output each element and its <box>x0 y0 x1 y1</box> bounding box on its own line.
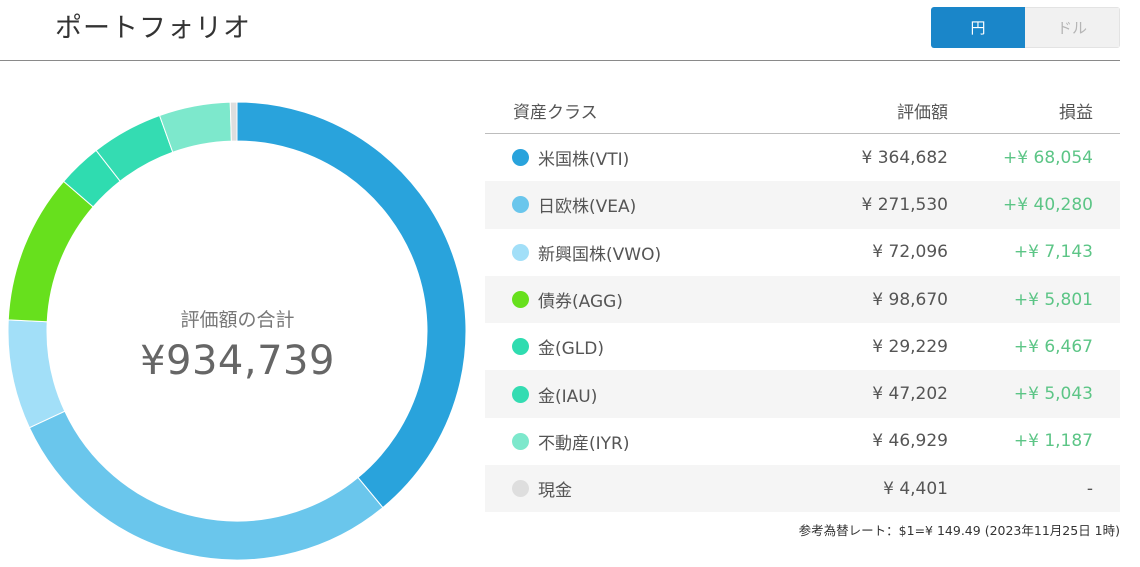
table-row: 不動産(IYR) ¥ 46,929 +¥ 1,187 <box>485 418 1120 465</box>
asset-value: ¥ 29,229 <box>872 336 948 357</box>
asset-name-cell: 米国株(VTI) <box>485 145 748 170</box>
asset-pl: - <box>1086 478 1093 499</box>
legend-dot-icon <box>512 291 529 309</box>
asset-name: 現金 <box>538 481 572 502</box>
asset-name: 債券(AGG) <box>538 292 623 313</box>
asset-name: 金(GLD) <box>538 339 604 360</box>
asset-table: 資産クラス 評価額 損益 米国株(VTI) ¥ 364,682 +¥ 68,054 日… <box>485 87 1120 513</box>
asset-name-cell: 債券(AGG) <box>485 287 748 312</box>
donut-center: 評価額の合計 ¥934,739 <box>0 95 475 565</box>
asset-name-cell: 金(IAU) <box>485 382 748 407</box>
table-body: 米国株(VTI) ¥ 364,682 +¥ 68,054 日欧株(VEA) ¥ 271,… <box>485 134 1120 513</box>
currency-toggle: 円 ドル <box>931 7 1120 48</box>
asset-pl: +¥ 5,043 <box>1013 384 1093 405</box>
asset-value: ¥ 98,670 <box>872 289 948 310</box>
col-value: 評価額 <box>897 102 948 123</box>
legend-dot-icon <box>512 338 529 356</box>
asset-value: ¥ 364,682 <box>861 147 948 168</box>
asset-value: ¥ 72,096 <box>872 242 948 263</box>
asset-pl: +¥ 1,187 <box>1013 431 1093 452</box>
table-row: 債券(AGG) ¥ 98,670 +¥ 5,801 <box>485 275 1120 324</box>
page-title: ポートフォリオ <box>55 13 251 44</box>
asset-pl: +¥ 68,054 <box>1003 147 1093 168</box>
table-row: 金(IAU) ¥ 47,202 +¥ 5,043 <box>485 370 1120 418</box>
asset-name: 日欧株(VEA) <box>538 197 637 218</box>
donut-chart: 評価額の合計 ¥934,739 <box>0 95 475 565</box>
asset-value: ¥ 271,530 <box>861 194 948 215</box>
table-row: 金(GLD) ¥ 29,229 +¥ 6,467 <box>485 323 1120 370</box>
asset-pl: +¥ 6,467 <box>1013 336 1093 357</box>
total-caption: 評価額の合計 <box>180 308 295 331</box>
asset-name-cell: 金(GLD) <box>485 334 748 359</box>
legend-dot-icon <box>512 480 529 498</box>
asset-name: 不動産(IYR) <box>538 433 630 454</box>
col-pl: 損益 <box>1059 102 1093 123</box>
legend-dot-icon <box>512 385 529 403</box>
currency-dollar-button[interactable]: ドル <box>1025 7 1120 48</box>
header-divider <box>0 60 1120 61</box>
asset-name-cell: 新興国株(VWO) <box>485 240 748 265</box>
asset-pl: +¥ 40,280 <box>1003 194 1093 215</box>
total-value: ¥934,739 <box>140 337 335 384</box>
asset-name: 米国株(VTI) <box>538 150 630 171</box>
asset-name-cell: 不動産(IYR) <box>485 429 748 454</box>
asset-value: ¥ 47,202 <box>872 384 948 405</box>
asset-value: ¥ 46,929 <box>872 431 948 452</box>
asset-pl: +¥ 7,143 <box>1013 242 1093 263</box>
col-asset-class: 資産クラス <box>513 102 598 123</box>
legend-dot-icon <box>512 196 529 214</box>
table-row: 米国株(VTI) ¥ 364,682 +¥ 68,054 <box>485 134 1120 181</box>
currency-yen-button[interactable]: 円 <box>931 7 1025 48</box>
asset-name: 金(IAU) <box>538 386 598 407</box>
asset-name: 新興国株(VWO) <box>538 244 662 265</box>
table-row: 新興国株(VWO) ¥ 72,096 +¥ 7,143 <box>485 229 1120 276</box>
table-header: 資産クラス 評価額 損益 <box>485 87 1120 134</box>
asset-pl: +¥ 5,801 <box>1013 289 1093 310</box>
asset-name-cell: 日欧株(VEA) <box>485 192 748 217</box>
legend-dot-icon <box>512 432 529 450</box>
table-row: 現金 ¥ 4,401 - <box>485 465 1120 513</box>
legend-dot-icon <box>512 149 529 167</box>
fx-rate-note: 参考為替レート：$1=¥ 149.49 (2023年11月25日 1時) <box>798 523 1120 538</box>
table-row: 日欧株(VEA) ¥ 271,530 +¥ 40,280 <box>485 181 1120 229</box>
legend-dot-icon <box>512 243 529 261</box>
asset-name-cell: 現金 <box>485 476 748 501</box>
asset-value: ¥ 4,401 <box>883 478 948 499</box>
